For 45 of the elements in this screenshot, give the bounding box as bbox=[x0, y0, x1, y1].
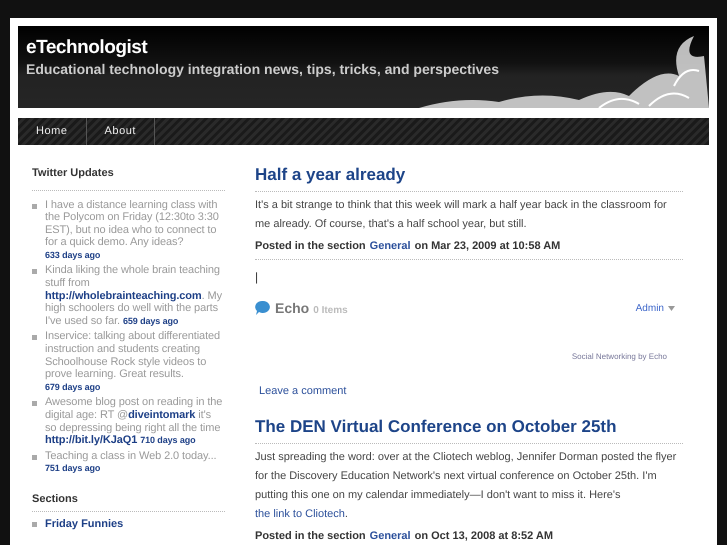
comment-link[interactable]: Leave a comment bbox=[259, 382, 683, 399]
caret-icon bbox=[668, 306, 675, 310]
sidebar-heading: Twitter Updates bbox=[32, 165, 225, 190]
bullet-icon bbox=[32, 454, 37, 460]
tweet-text: Kinda liking the whole brain teaching stuff from http://wholebrainteaching.com. My high schoolers do well with the parts I've used so far. 659 days ago bbox=[45, 264, 223, 328]
tweet-age-link[interactable]: 751 days ago bbox=[45, 463, 100, 474]
bullet-icon bbox=[32, 204, 37, 208]
post-title[interactable]: Half a year already bbox=[255, 163, 683, 192]
tweet-text: I have a distance learning class with the Polycom on Friday (12:30to 3:30 EST), but no idea who to connect to for a quick demo. Any ideas? 633 days ago bbox=[45, 198, 220, 262]
tweet-text: Awesome blog post on reading in the digital age: RT @diveintomark it's so depressing being right all the time http://bit.ly/KJaQ1 710 days ago bbox=[45, 396, 224, 447]
text-cursor: | bbox=[255, 268, 260, 286]
post-meta: on Mar 23, 2009 at 10:58 AM bbox=[414, 239, 560, 254]
post-meta: Posted in the section bbox=[255, 239, 366, 254]
link[interactable]: http://bit.ly/KJaQ1 bbox=[45, 434, 138, 446]
post-body: Just spreading the word: over at the Cliotech weblog, Jennifer Dorman posted the flyer for the Discovery Education Network's next virtual conference on October 25th. I'm putting this one on my calendar immediately—I don't want to miss it. Here's the link to Cliotech. bbox=[255, 450, 678, 522]
echo-label: Echo bbox=[275, 298, 310, 318]
speech-bubble-icon bbox=[255, 300, 271, 316]
tweet-text: Inservice: talking about differentiated instruction and students creating Schoolhouse Rock style videos to prove learning. Great results. 679 days ago bbox=[45, 330, 222, 394]
section-link[interactable]: Friday Funnies bbox=[45, 516, 124, 533]
bullet-icon bbox=[32, 401, 37, 406]
bullet-icon bbox=[32, 335, 37, 340]
site-title[interactable]: eTechnologist bbox=[26, 38, 701, 58]
link[interactable]: http://wholebrainteaching.com bbox=[45, 290, 202, 302]
nav-tab[interactable]: About bbox=[86, 118, 156, 145]
post-title[interactable]: The DEN Virtual Conference on October 25th bbox=[255, 415, 683, 444]
tweet-age-link[interactable]: 679 days ago bbox=[45, 382, 100, 392]
tweet-age-link[interactable]: 710 days ago bbox=[140, 435, 196, 446]
tweet-text: Teaching a class in Web 2.0 today... 751 days ago bbox=[45, 450, 218, 475]
post-meta: Posted in the section bbox=[255, 529, 366, 544]
tweet-age-link[interactable]: 633 days ago bbox=[45, 250, 100, 260]
nav-tab[interactable]: Home bbox=[18, 118, 87, 145]
admin-dropdown[interactable]: Admin bbox=[636, 300, 675, 316]
section-link[interactable]: General bbox=[370, 238, 411, 254]
tweet-age-link[interactable]: 659 days ago bbox=[122, 316, 178, 326]
link[interactable]: the link to Cliotech bbox=[255, 508, 345, 520]
site-tagline: Educational technology integration news, tips, tricks, and perspectives bbox=[26, 60, 500, 79]
post-body: It's a bit strange to think that this week will mark a half year back in the classroom for me already. Of course, that's a half school year, but still. bbox=[255, 198, 668, 232]
section-link[interactable]: General bbox=[370, 528, 411, 544]
item-count: 0 Items bbox=[313, 304, 348, 318]
sidebar-heading: Sections bbox=[32, 490, 225, 512]
bullet-icon bbox=[32, 522, 37, 528]
echo-credit[interactable]: Social Networking by Echo bbox=[572, 350, 667, 362]
bullet-icon bbox=[32, 269, 37, 274]
post-meta: on Oct 13, 2008 at 8:52 AM bbox=[414, 529, 553, 544]
link[interactable]: diveintomark bbox=[128, 409, 196, 421]
